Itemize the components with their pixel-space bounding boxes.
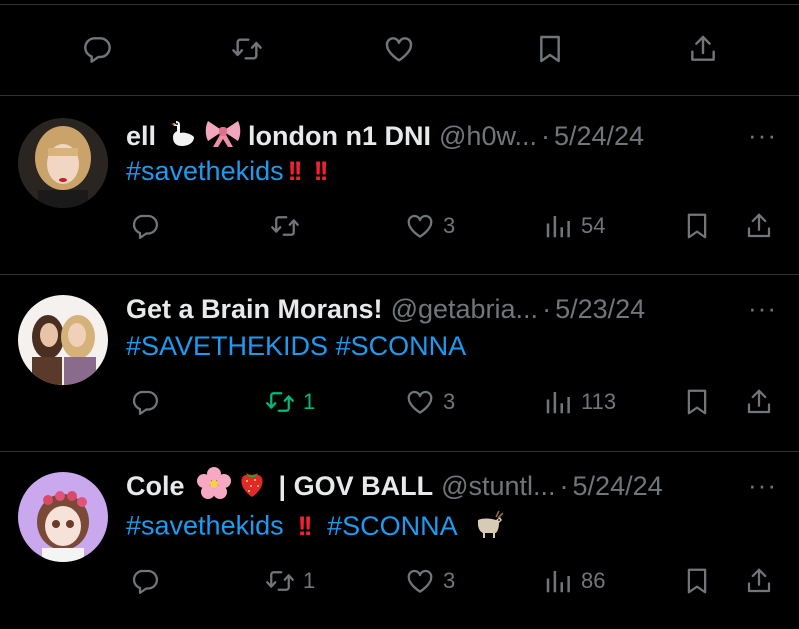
share-button[interactable]: [744, 209, 774, 243]
user-handle[interactable]: @stuntl...: [441, 471, 555, 502]
separator-dot: ·: [540, 120, 550, 151]
display-name[interactable]: Get a Brain Morans!: [126, 294, 383, 325]
previous-tweet-action-bar: [0, 0, 799, 96]
separator-dot: ·: [542, 293, 552, 324]
like-count: 3: [443, 213, 456, 238]
bookmark-button[interactable]: [682, 209, 712, 243]
reply-button[interactable]: [80, 31, 114, 67]
bookmark-button[interactable]: [533, 31, 567, 67]
display-name-suffix: london n1 DNI: [248, 120, 432, 151]
reply-icon: [130, 566, 160, 596]
share-icon: [744, 387, 774, 417]
bookmark-icon: [682, 566, 712, 596]
views-icon: [543, 566, 573, 596]
more-options-button[interactable]: ···: [748, 120, 777, 151]
double-exclamation-emoji: !!: [313, 156, 329, 186]
like-icon: [383, 33, 415, 65]
avatar[interactable]: [18, 295, 108, 385]
display-name[interactable]: Cole: [126, 471, 185, 502]
tweet[interactable]: ell london n1 DNI @h0w... · 5/24/24 ··· …: [0, 96, 799, 275]
tweet-date[interactable]: 5/23/24: [555, 294, 645, 325]
like-button[interactable]: 3: [405, 209, 455, 243]
retweet-icon: [231, 33, 263, 65]
retweet-button[interactable]: 1: [265, 385, 315, 419]
bookmark-button[interactable]: [682, 564, 712, 598]
bookmark-icon: [534, 33, 566, 65]
retweet-count: 1: [303, 389, 316, 414]
hashtag[interactable]: #savethekids: [126, 511, 284, 541]
goose-emoji-icon: [168, 117, 200, 156]
share-icon: [744, 566, 774, 596]
like-icon: [405, 566, 435, 596]
tweet[interactable]: Get a Brain Morans! @getabria... · 5/23/…: [0, 273, 799, 452]
share-icon: [687, 33, 719, 65]
retweet-button[interactable]: [230, 31, 264, 67]
retweet-button[interactable]: 1: [265, 564, 315, 598]
bookmark-icon: [682, 387, 712, 417]
views-button[interactable]: 113: [543, 385, 616, 419]
avatar[interactable]: [18, 118, 108, 208]
views-button[interactable]: 86: [543, 564, 605, 598]
display-name[interactable]: ell: [126, 121, 156, 152]
retweet-icon: [270, 211, 300, 241]
retweet-count: 1: [303, 568, 316, 593]
share-button[interactable]: [744, 564, 774, 598]
share-button[interactable]: [686, 31, 720, 67]
display-name-suffix: | GOV BALL: [278, 470, 434, 501]
like-count: 3: [443, 568, 456, 593]
tweet-header: ell london n1 DNI @h0w... · 5/24/24: [126, 118, 644, 154]
bookmark-button[interactable]: [682, 385, 712, 419]
ribbon-emoji-icon: [204, 117, 242, 156]
tweet-text: #savethekids!! #SCONNA: [126, 508, 506, 547]
hashtag[interactable]: #SCONNA: [327, 511, 456, 541]
view-count: 86: [581, 568, 606, 593]
share-icon: [744, 211, 774, 241]
avatar[interactable]: [18, 472, 108, 562]
reply-button[interactable]: [130, 564, 168, 598]
retweet-icon: [265, 387, 295, 417]
views-icon: [543, 387, 573, 417]
tweet-header: Cole | GOV BALL @stuntl... · 5/24/24: [126, 466, 663, 506]
like-button[interactable]: [382, 31, 416, 67]
reply-icon: [81, 33, 113, 65]
double-exclamation-emoji: !!: [287, 156, 303, 186]
views-icon: [543, 211, 573, 241]
hashtag[interactable]: #SAVETHEKIDS: [126, 331, 328, 361]
more-options-button[interactable]: ···: [748, 470, 777, 501]
retweet-icon: [265, 566, 295, 596]
tweet-date[interactable]: 5/24/24: [573, 471, 663, 502]
reply-button[interactable]: [130, 209, 168, 243]
like-icon: [405, 211, 435, 241]
tweet-text: #SAVETHEKIDS #SCONNA: [126, 331, 466, 362]
like-count: 3: [443, 389, 456, 414]
view-count: 54: [581, 213, 606, 238]
like-button[interactable]: 3: [405, 385, 455, 419]
views-button[interactable]: 54: [543, 209, 605, 243]
user-handle[interactable]: @getabria...: [391, 294, 539, 325]
tweet[interactable]: Cole | GOV BALL @stuntl... · 5/24/24 ···…: [0, 450, 799, 628]
strawberry-emoji-icon: [237, 467, 267, 506]
reply-button[interactable]: [130, 385, 168, 419]
more-options-button[interactable]: ···: [748, 293, 777, 324]
share-button[interactable]: [744, 385, 774, 419]
bookmark-icon: [682, 211, 712, 241]
separator-dot: ·: [559, 470, 569, 501]
reply-icon: [130, 211, 160, 241]
tweet-header: Get a Brain Morans! @getabria... · 5/23/…: [126, 291, 645, 327]
like-button[interactable]: 3: [405, 564, 455, 598]
hashtag[interactable]: #SCONNA: [336, 331, 467, 361]
retweet-button[interactable]: [270, 209, 308, 243]
hashtag[interactable]: #savethekids: [126, 156, 284, 186]
like-icon: [405, 387, 435, 417]
reply-icon: [130, 387, 160, 417]
double-exclamation-emoji: !!: [297, 510, 313, 541]
cherry-blossom-emoji-icon: [196, 466, 231, 506]
tweet-text: #savethekids!!!!: [126, 156, 329, 187]
user-handle[interactable]: @h0w...: [439, 121, 537, 152]
goat-emoji-icon: [470, 508, 506, 547]
tweet-date[interactable]: 5/24/24: [554, 121, 644, 152]
view-count: 113: [581, 389, 617, 414]
